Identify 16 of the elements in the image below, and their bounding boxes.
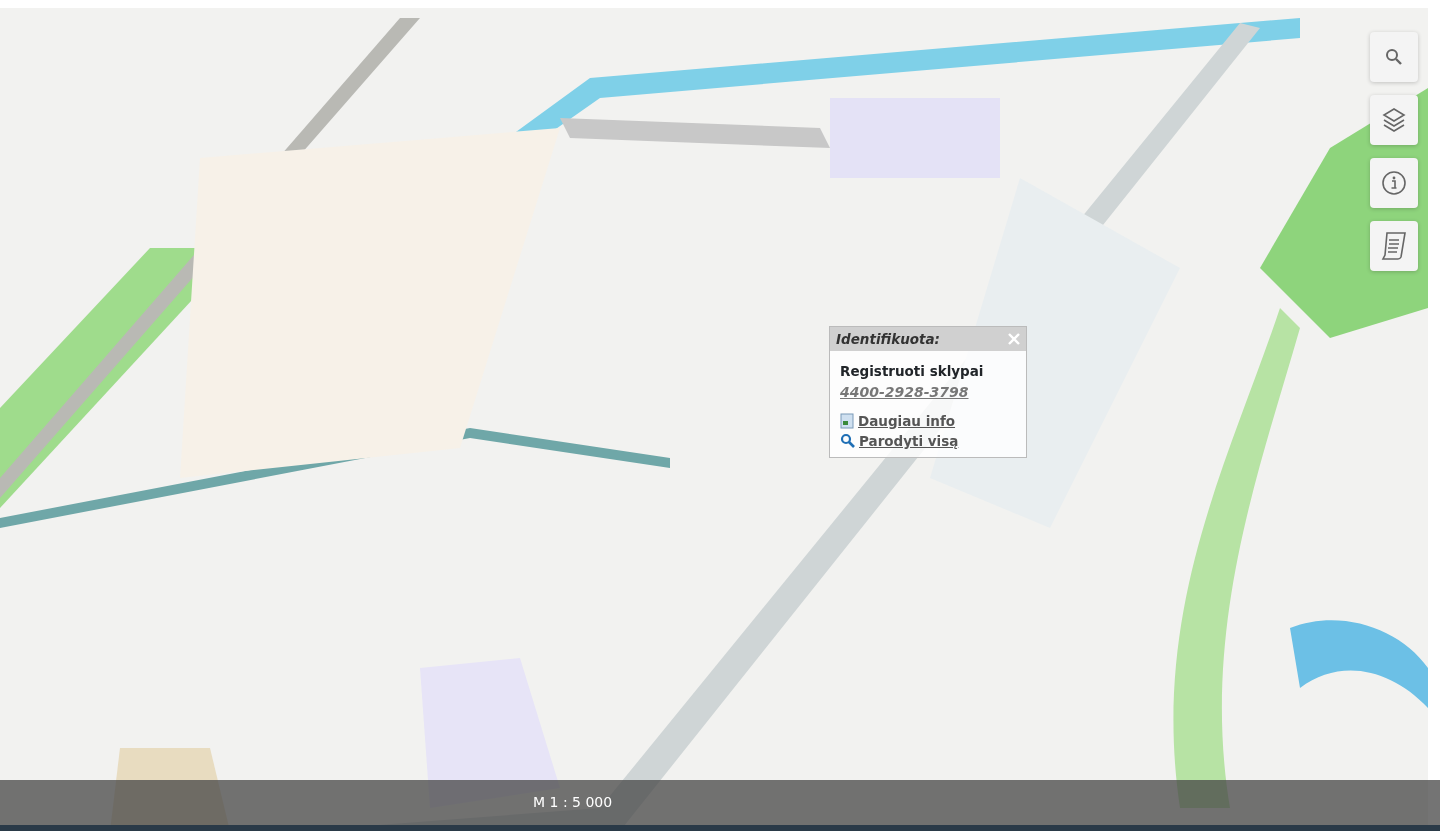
popup-link[interactable]: Parodyti visą <box>859 430 959 451</box>
layer-name: Registruoti sklypai <box>840 362 985 382</box>
legend-button[interactable] <box>1370 221 1418 271</box>
document-icon <box>840 412 854 429</box>
popup-link[interactable]: Daugiau info <box>858 410 956 431</box>
info-button[interactable] <box>1370 158 1418 208</box>
layers-icon <box>1382 107 1406 133</box>
parcel-number-link[interactable]: 4400-2928-3798 <box>840 383 969 400</box>
document-icon <box>1381 231 1407 261</box>
map-scale: M 1 : 5 000 <box>533 793 613 812</box>
info-icon <box>1381 170 1407 196</box>
search-button[interactable] <box>1370 32 1418 82</box>
search-icon <box>840 433 855 449</box>
layers-button[interactable] <box>1370 95 1418 145</box>
search-icon <box>1385 48 1403 66</box>
popup-title: Identifikuota: <box>836 330 940 349</box>
